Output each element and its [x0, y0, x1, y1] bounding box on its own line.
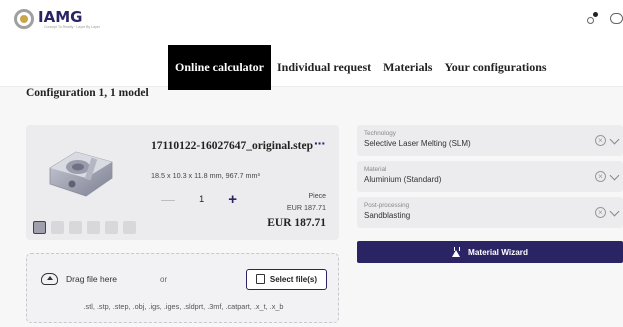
quantity-decrease-button[interactable]: — — [151, 191, 175, 207]
clear-icon[interactable]: × — [595, 171, 606, 182]
share-icon[interactable] — [586, 12, 600, 26]
part-card: 17110122-16027647_original.step ··· 18.5… — [26, 125, 339, 240]
file-upload-dropzone[interactable]: Drag file here or Select file(s) .stl, .… — [26, 253, 339, 323]
nav-your-configurations[interactable]: Your configurations — [438, 45, 552, 90]
main-nav: Online calculator Individual request Mat… — [168, 45, 553, 90]
chevron-down-icon[interactable] — [609, 134, 620, 145]
chevron-down-icon[interactable] — [609, 206, 620, 217]
select-files-button[interactable]: Select file(s) — [245, 268, 327, 290]
logo-mark-icon — [14, 9, 34, 29]
material-label: Material — [364, 166, 387, 173]
logo-name: IAMG — [38, 8, 83, 26]
view-thumbnail-top[interactable] — [69, 221, 82, 234]
quantity-value[interactable]: 1 — [199, 194, 204, 204]
view-thumbnail-iso[interactable] — [33, 221, 46, 234]
part-file-name: 17110122-16027647_original.step — [151, 140, 313, 152]
clear-icon[interactable]: × — [595, 135, 606, 146]
material-wizard-button[interactable]: Material Wizard — [357, 241, 623, 263]
quantity-stepper: — 1 + — [151, 189, 243, 209]
select-files-label: Select file(s) — [269, 274, 317, 284]
price-label: Piece — [308, 193, 326, 200]
clear-icon[interactable]: × — [595, 207, 606, 218]
material-select[interactable]: Material Aluminium (Standard) × — [357, 161, 623, 192]
post-processing-label: Post-processing — [364, 202, 410, 209]
view-thumbnails — [33, 221, 136, 234]
material-value: Aluminium (Standard) — [364, 175, 442, 184]
unit-price: EUR 187.71 — [286, 203, 326, 212]
view-thumbnail-back[interactable] — [105, 221, 118, 234]
view-thumbnail-front[interactable] — [51, 221, 64, 234]
technology-select[interactable]: Technology Selective Laser Melting (SLM)… — [357, 125, 623, 156]
more-options-icon[interactable]: ··· — [314, 135, 326, 151]
supported-formats: .stl, .stp, .step, .obj, .igs, .iges, .s… — [83, 302, 284, 311]
cloud-upload-icon — [41, 273, 58, 285]
technology-value: Selective Laser Melting (SLM) — [364, 139, 471, 148]
document-icon — [255, 274, 265, 284]
view-thumbnail-bottom[interactable] — [123, 221, 136, 234]
nav-online-calculator[interactable]: Online calculator — [168, 45, 271, 90]
drag-file-text: Drag file here — [66, 274, 118, 284]
flask-icon — [452, 247, 460, 257]
logo[interactable]: IAMG Concept To Reality · Layer By Layer — [14, 9, 100, 29]
material-wizard-label: Material Wizard — [468, 247, 528, 257]
nav-individual-request[interactable]: Individual request — [271, 45, 377, 90]
quantity-increase-button[interactable]: + — [228, 191, 243, 208]
chevron-down-icon[interactable] — [609, 170, 620, 181]
logo-tagline: Concept To Reality · Layer By Layer — [44, 25, 100, 29]
technology-label: Technology — [364, 130, 396, 137]
post-processing-value: Sandblasting — [364, 211, 411, 220]
nav-materials[interactable]: Materials — [377, 45, 438, 90]
part-dimensions: 18.5 x 10.3 x 11.8 mm, 967.7 mm³ — [151, 171, 260, 180]
configuration-title: Configuration 1, 1 model — [26, 87, 149, 99]
part-preview-image[interactable] — [42, 140, 122, 202]
or-text: or — [160, 274, 168, 284]
chat-icon[interactable] — [610, 13, 623, 24]
header-actions — [586, 12, 623, 26]
total-price: EUR 187.71 — [267, 217, 326, 229]
post-processing-select[interactable]: Post-processing Sandblasting × — [357, 197, 623, 228]
view-thumbnail-side[interactable] — [87, 221, 100, 234]
